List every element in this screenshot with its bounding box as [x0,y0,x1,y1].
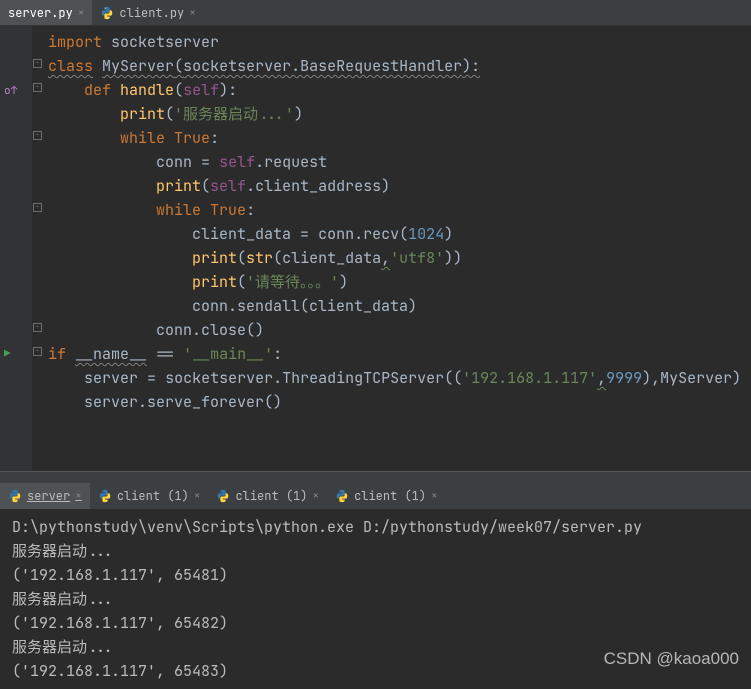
close-icon[interactable]: × [75,489,82,503]
python-icon [98,489,112,503]
close-icon[interactable]: × [189,6,196,20]
close-icon[interactable]: × [194,489,201,503]
override-icon[interactable]: o↑ [4,84,17,98]
watermark: CSDN @kaoa000 [604,649,739,669]
console-tab-client-3[interactable]: client (1) × [327,483,446,509]
console-tab-label: client (1) [235,488,307,504]
code-content[interactable]: import socketserver class MyServer(socke… [44,26,741,471]
fold-icon[interactable]: − [33,323,42,332]
console-line: D:\pythonstudy\venv\Scripts\python.exe D… [12,517,642,537]
editor-area[interactable]: o↑ ▶ − − − − − − import socketserver cla… [0,26,751,471]
console-line: 服务器启动... [12,541,114,561]
fold-icon[interactable]: − [33,347,42,356]
console-tab-server[interactable]: server × [0,483,90,509]
console-tab-label: client (1) [354,488,426,504]
tab-server[interactable]: server.py × [0,0,92,25]
console-tab-bar: server × client (1) × client (1) × clien… [0,483,751,509]
file-label: client.py [119,5,184,21]
panel-separator[interactable] [0,471,751,483]
fold-icon[interactable]: − [33,203,42,212]
run-gutter-icon[interactable]: ▶ [4,347,11,361]
python-icon [216,489,230,503]
close-icon[interactable]: × [431,489,438,503]
fold-column: − − − − − − [32,26,44,471]
console-tab-client-1[interactable]: client (1) × [90,483,209,509]
tab-client[interactable]: client.py × [92,0,203,25]
editor-tab-bar: server.py × client.py × [0,0,751,26]
console-line: 服务器启动... [12,637,114,657]
close-icon[interactable]: × [312,489,319,503]
file-label: server.py [8,5,73,21]
console-line: ('192.168.1.117', 65481) [12,565,228,585]
console-line: 服务器启动... [12,589,114,609]
fold-icon[interactable]: − [33,59,42,68]
console-tab-label: client (1) [117,488,189,504]
console-line: ('192.168.1.117', 65482) [12,613,228,633]
fold-icon[interactable]: − [33,83,42,92]
console-tab-client-2[interactable]: client (1) × [208,483,327,509]
console-line: ('192.168.1.117', 65483) [12,661,228,681]
python-icon [100,6,114,20]
console-tab-label: server [27,488,70,504]
python-icon [335,489,349,503]
python-icon [8,489,22,503]
close-icon[interactable]: × [78,6,85,20]
gutter: o↑ ▶ [0,26,32,471]
fold-icon[interactable]: − [33,131,42,140]
